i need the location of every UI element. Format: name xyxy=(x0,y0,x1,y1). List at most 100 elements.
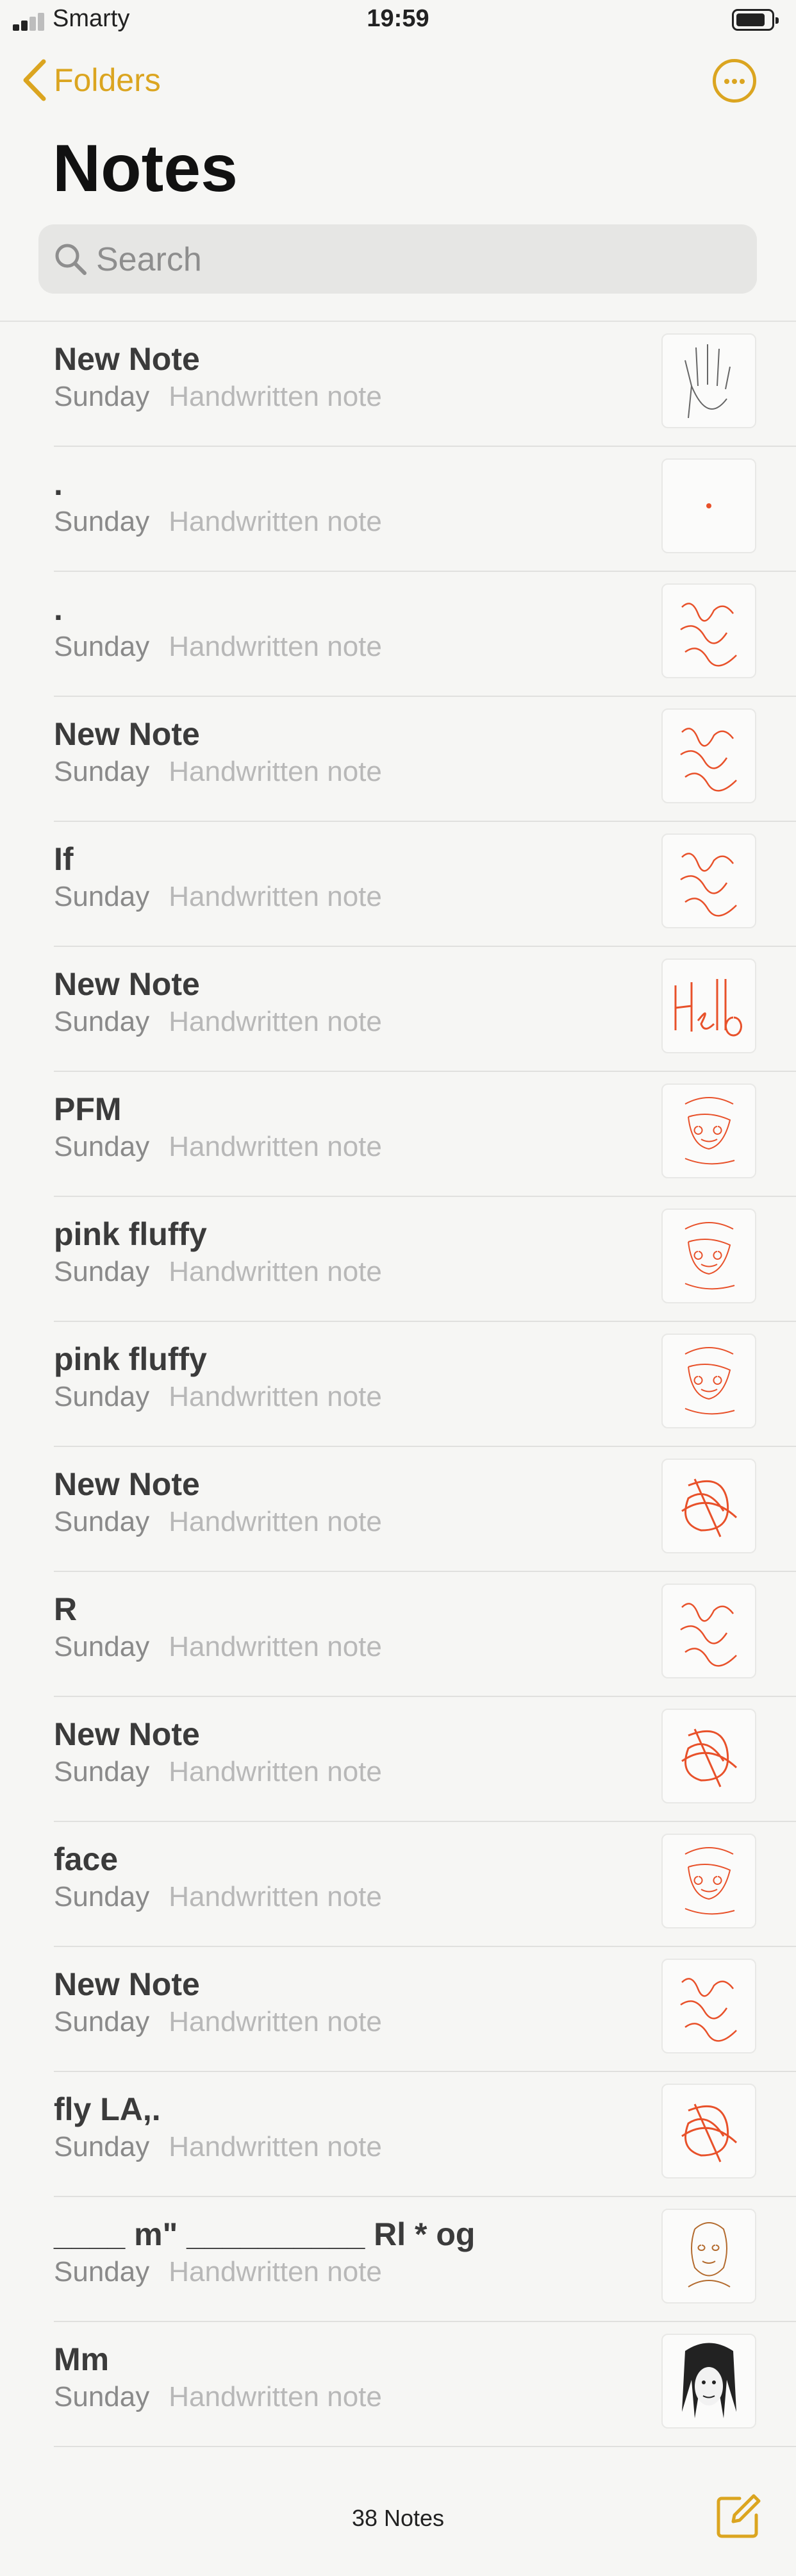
handwritten-thumbnail xyxy=(661,2209,756,2304)
notes-count: 38 Notes xyxy=(351,2505,445,2531)
note-date: Sunday xyxy=(54,631,150,662)
chevron-left-icon xyxy=(23,59,46,101)
note-row[interactable]: If Sunday Handwritten note xyxy=(0,822,796,947)
note-meta: Sunday Handwritten note xyxy=(54,1381,382,1413)
note-date: Sunday xyxy=(54,381,150,412)
note-meta: Sunday Handwritten note xyxy=(54,1756,382,1788)
note-title: pink fluffy xyxy=(54,1341,207,1377)
note-title: R xyxy=(54,1591,78,1627)
note-row[interactable]: New Note Sunday Handwritten note xyxy=(0,1697,796,1822)
note-date: Sunday xyxy=(54,2256,150,2287)
note-date: Sunday xyxy=(54,1131,150,1162)
note-date: Sunday xyxy=(54,1631,150,1662)
note-preview: Handwritten note xyxy=(169,1381,382,1412)
note-preview: Handwritten note xyxy=(169,881,382,912)
note-row[interactable]: R Sunday Handwritten note xyxy=(0,1572,796,1697)
note-row[interactable]: pink fluffy Sunday Handwritten note xyxy=(0,1322,796,1447)
note-date: Sunday xyxy=(54,2381,150,2413)
note-date: Sunday xyxy=(54,1381,150,1412)
note-preview: Handwritten note xyxy=(169,2256,382,2287)
note-meta: Sunday Handwritten note xyxy=(54,1506,382,1538)
note-row[interactable]: PFM Sunday Handwritten note xyxy=(0,1072,796,1197)
note-row[interactable]: pink fluffy Sunday Handwritten note xyxy=(0,1197,796,1322)
note-date: Sunday xyxy=(54,881,150,912)
note-preview: Handwritten note xyxy=(169,1131,382,1162)
status-bar: Smarty 19:59 xyxy=(0,0,796,42)
note-row[interactable]: New Note Sunday Handwritten note xyxy=(0,947,796,1072)
handwritten-thumbnail xyxy=(661,583,756,678)
note-meta: Sunday Handwritten note xyxy=(54,2006,382,2038)
note-meta: Sunday Handwritten note xyxy=(54,1256,382,1288)
note-date: Sunday xyxy=(54,1006,150,1037)
note-title: New Note xyxy=(54,966,200,1002)
notes-list: New Note Sunday Handwritten note. Sunday Han… xyxy=(0,321,796,2473)
compose-icon[interactable] xyxy=(714,2492,763,2541)
note-row[interactable] xyxy=(0,2447,796,2473)
handwritten-thumbnail xyxy=(661,1334,756,1428)
note-title: . xyxy=(54,591,63,627)
note-date: Sunday xyxy=(54,1506,150,1537)
note-row[interactable]: New Note Sunday Handwritten note xyxy=(0,697,796,822)
note-row[interactable]: Mm Sunday Handwritten note xyxy=(0,2322,796,2447)
note-meta: Sunday Handwritten note xyxy=(54,2381,382,2413)
back-button[interactable]: Folders xyxy=(21,56,161,104)
handwritten-thumbnail xyxy=(661,458,756,553)
page-title: Notes xyxy=(53,131,238,206)
note-date: Sunday xyxy=(54,2006,150,2037)
note-title: Mm xyxy=(54,2341,110,2377)
handwritten-thumbnail xyxy=(661,708,756,803)
note-row[interactable]: fly LA,. Sunday Handwritten note xyxy=(0,2072,796,2197)
note-meta: Sunday Handwritten note xyxy=(54,381,382,413)
note-meta: Sunday Handwritten note xyxy=(54,1131,382,1163)
note-date: Sunday xyxy=(54,2131,150,2162)
handwritten-thumbnail xyxy=(661,2334,756,2429)
note-title: ____ m" __________ Rl * og xyxy=(54,2216,476,2252)
note-preview: Handwritten note xyxy=(169,381,382,412)
note-title: face xyxy=(54,1841,119,1877)
note-title: New Note xyxy=(54,341,200,377)
note-preview: Handwritten note xyxy=(169,1256,382,1287)
handwritten-thumbnail xyxy=(661,1584,756,1678)
handwritten-thumbnail xyxy=(661,333,756,428)
note-title: New Note xyxy=(54,716,200,752)
note-preview: Handwritten note xyxy=(169,756,382,787)
handwritten-thumbnail xyxy=(661,833,756,928)
note-meta: Sunday Handwritten note xyxy=(54,1631,382,1663)
note-row[interactable]: ____ m" __________ Rl * og Sunday Handwrit… xyxy=(0,2197,796,2322)
status-time: 19:59 xyxy=(367,5,429,32)
note-meta: Sunday Handwritten note xyxy=(54,1006,382,1038)
note-title: New Note xyxy=(54,1716,200,1752)
note-row[interactable]: face Sunday Handwritten note xyxy=(0,1822,796,1947)
handwritten-thumbnail xyxy=(661,2084,756,2179)
search-bar[interactable] xyxy=(38,224,757,295)
search-input[interactable] xyxy=(95,224,738,295)
handwritten-thumbnail xyxy=(661,1459,756,1553)
note-title: New Note xyxy=(54,1466,200,1502)
note-title: New Note xyxy=(54,1966,200,2002)
note-preview: Handwritten note xyxy=(169,1006,382,1037)
search-icon xyxy=(55,244,87,275)
note-date: Sunday xyxy=(54,1881,150,1912)
note-meta: Sunday Handwritten note xyxy=(54,506,382,538)
more-options-button[interactable] xyxy=(713,59,756,103)
note-preview: Handwritten note xyxy=(169,1756,382,1787)
note-preview: Handwritten note xyxy=(169,1881,382,1912)
note-row[interactable]: . Sunday Handwritten note xyxy=(0,572,796,697)
note-date: Sunday xyxy=(54,1256,150,1287)
note-row[interactable]: New Note Sunday Handwritten note xyxy=(0,1447,796,1572)
note-row[interactable]: New Note Sunday Handwritten note xyxy=(0,1947,796,2072)
handwritten-thumbnail xyxy=(661,1083,756,1178)
note-row[interactable]: New Note Sunday Handwritten note xyxy=(0,322,796,447)
note-meta: Sunday Handwritten note xyxy=(54,1881,382,1913)
note-title: fly LA,. xyxy=(54,2091,161,2127)
handwritten-thumbnail xyxy=(661,1209,756,1303)
note-meta: Sunday Handwritten note xyxy=(54,631,382,663)
note-title: pink fluffy xyxy=(54,1216,207,1252)
note-preview: Handwritten note xyxy=(169,2381,382,2413)
note-row[interactable]: . Sunday Handwritten note xyxy=(0,447,796,572)
handwritten-thumbnail xyxy=(661,1709,756,1803)
battery-icon xyxy=(732,9,779,31)
note-date: Sunday xyxy=(54,756,150,787)
note-title: PFM xyxy=(54,1091,122,1127)
handwritten-thumbnail xyxy=(661,1834,756,1928)
